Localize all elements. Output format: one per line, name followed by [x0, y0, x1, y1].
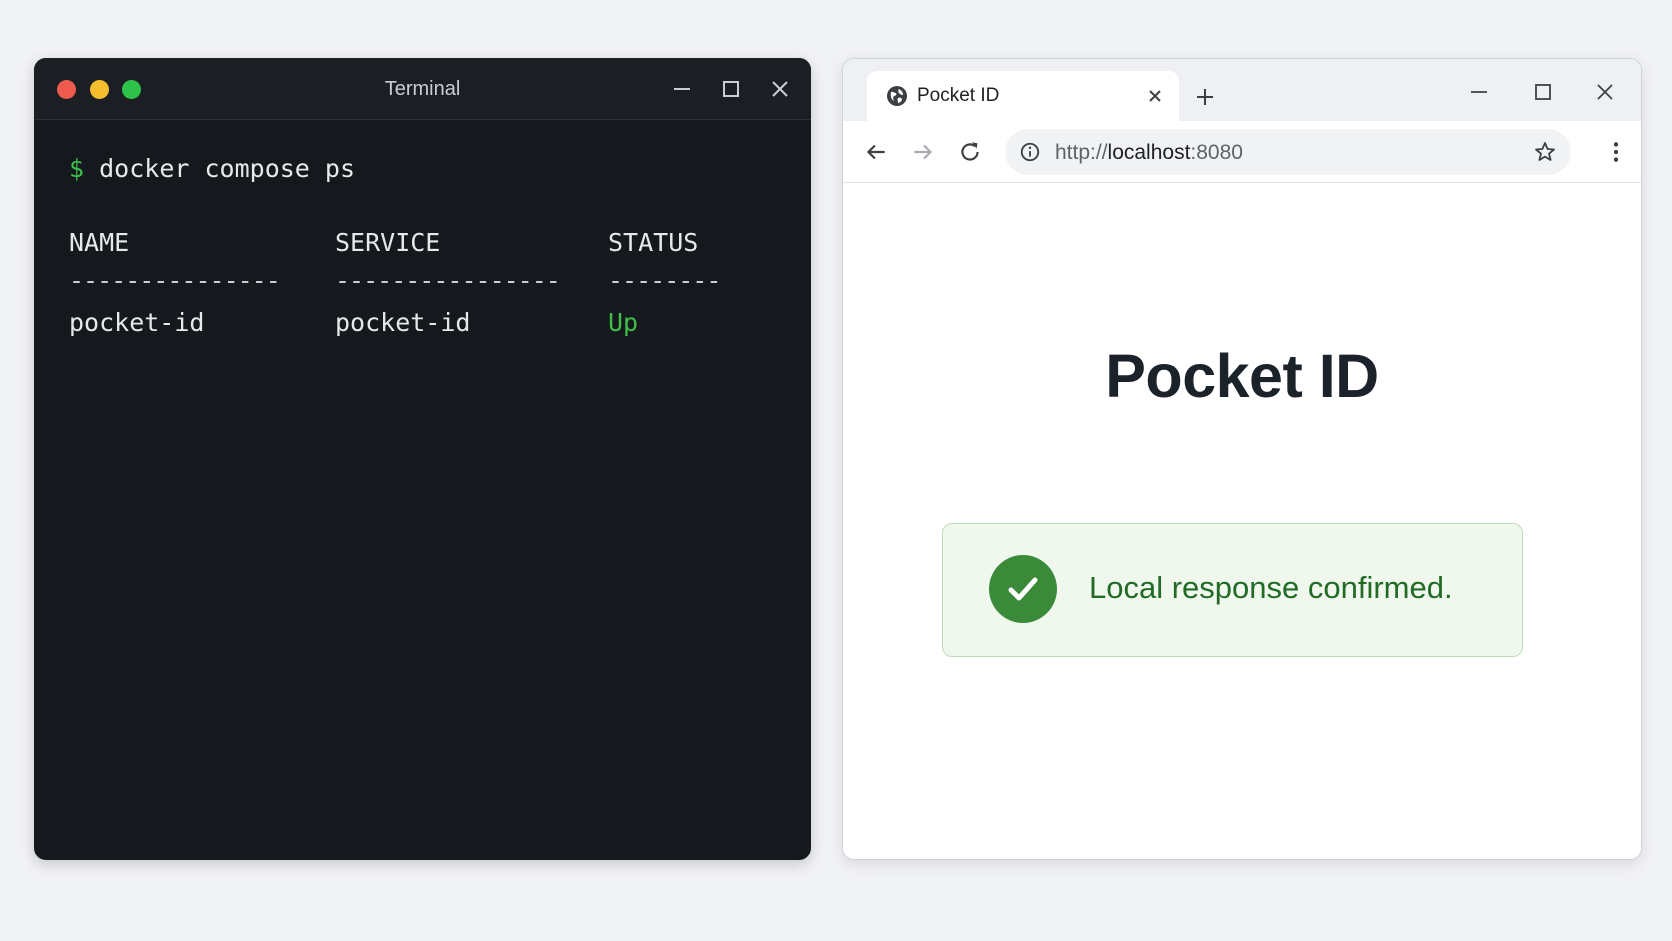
url-scheme: http:// [1055, 141, 1108, 164]
url-port: :8080 [1190, 141, 1243, 164]
header-status: STATUS [608, 228, 699, 257]
terminal-titlebar[interactable]: Terminal [34, 58, 811, 120]
new-tab-plus-icon[interactable] [1193, 85, 1217, 109]
tab-title: Pocket ID [917, 85, 1000, 106]
minimize-icon[interactable] [1467, 80, 1491, 104]
desktop: Terminal $ docker compose ps NAME SERVIC… [0, 0, 1672, 941]
page-title: Pocket ID [1105, 342, 1379, 410]
url-text: http://localhost:8080 [1055, 141, 1243, 165]
globe-icon [885, 84, 909, 108]
minimize-icon[interactable] [670, 77, 694, 101]
divider-service: ---------------- [335, 266, 561, 295]
tab-pocket-id[interactable]: Pocket ID [867, 71, 1179, 121]
row-status: Up [608, 308, 639, 337]
info-icon[interactable] [1019, 141, 1041, 163]
reload-icon[interactable] [957, 139, 983, 165]
close-icon[interactable] [1593, 80, 1617, 104]
terminal-output[interactable]: $ docker compose ps NAME SERVICE STATUS … [34, 120, 811, 860]
forward-arrow-icon[interactable] [910, 139, 936, 165]
row-name: pocket-id [69, 308, 205, 337]
alert-message: Local response confirmed. [1089, 570, 1453, 605]
success-alert: Local response confirmed. [942, 523, 1523, 657]
command-line: $ docker compose ps [69, 154, 355, 183]
tab-close-icon[interactable] [1145, 86, 1165, 106]
url-host: localhost [1107, 141, 1191, 164]
check-circle-icon [989, 555, 1057, 623]
maximize-icon[interactable] [719, 77, 743, 101]
browser-toolbar: http://localhost:8080 [843, 121, 1641, 183]
browser-window[interactable]: Pocket ID http://localhost:8080 Pocket I… [842, 58, 1642, 860]
back-arrow-icon[interactable] [863, 139, 889, 165]
bookmark-star-icon[interactable] [1533, 140, 1557, 164]
row-service: pocket-id [335, 308, 471, 337]
close-icon[interactable] [768, 77, 792, 101]
header-service: SERVICE [335, 228, 441, 257]
divider-name: --------------- [69, 266, 281, 295]
header-name: NAME [69, 228, 130, 257]
page-content: Pocket ID Local response confirmed. [843, 183, 1641, 859]
address-bar[interactable]: http://localhost:8080 [1005, 129, 1571, 175]
prompt-symbol: $ [69, 154, 85, 183]
terminal-window[interactable]: Terminal $ docker compose ps NAME SERVIC… [34, 58, 811, 860]
tab-strip[interactable]: Pocket ID [843, 59, 1641, 121]
command-text: docker compose ps [99, 154, 355, 183]
maximize-icon[interactable] [1531, 80, 1555, 104]
divider-status: -------- [608, 266, 721, 295]
more-menu-icon[interactable] [1603, 139, 1629, 165]
terminal-title: Terminal [384, 78, 461, 100]
